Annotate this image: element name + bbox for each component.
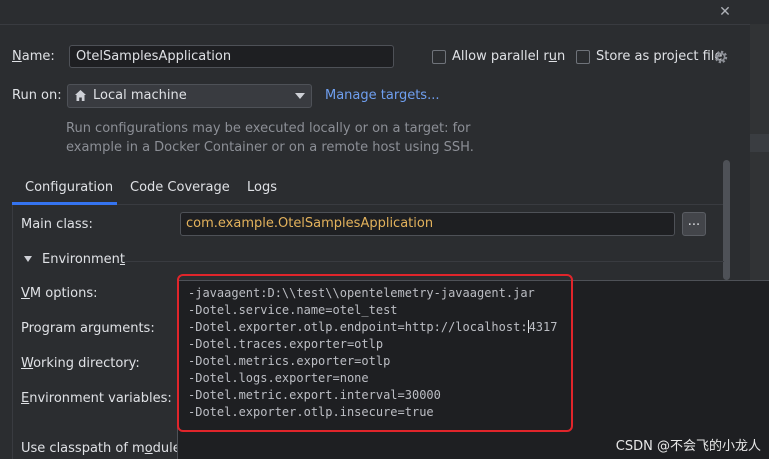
vertical-scrollbar[interactable] (723, 160, 730, 280)
run-on-value: Local machine (93, 88, 187, 103)
program-arguments-label: Program arguments: (21, 321, 155, 336)
name-input[interactable]: OtelSamplesApplication (69, 45, 394, 68)
allow-parallel-run-checkbox[interactable] (432, 50, 446, 64)
main-class-input[interactable]: com.example.OtelSamplesApplication (180, 212, 675, 236)
tabs-divider (12, 204, 730, 205)
highlight-annotation-box (177, 274, 573, 432)
allow-parallel-run-label[interactable]: Allow parallel run (452, 49, 565, 64)
run-on-dropdown[interactable]: Local machine (67, 84, 312, 108)
active-tab-indicator (12, 202, 117, 205)
store-as-project-file-checkbox[interactable] (576, 50, 590, 64)
panel-border (12, 205, 13, 459)
vm-options-label: VM options: (21, 286, 98, 301)
close-icon[interactable]: ✕ (715, 2, 735, 22)
use-classpath-of-module-label: Use classpath of module: (21, 441, 186, 456)
browse-main-class-button[interactable]: ... (682, 212, 706, 236)
manage-targets-link[interactable]: Manage targets... (325, 88, 439, 103)
tab-logs[interactable]: Logs (247, 180, 277, 196)
tab-code-coverage[interactable]: Code Coverage (130, 180, 230, 196)
dialog-title-bar (0, 0, 769, 25)
main-class-label: Main class: (21, 217, 93, 232)
watermark: CSDN @不会飞的小龙人 (615, 439, 761, 454)
collapse-triangle-icon[interactable] (24, 256, 32, 262)
gear-icon[interactable] (713, 49, 729, 65)
run-on-label: Run on: (12, 88, 62, 103)
environment-variables-label: Environment variables: (21, 391, 172, 406)
home-icon (75, 90, 86, 101)
section-divider (124, 261, 724, 262)
working-directory-label: Working directory: (21, 356, 140, 371)
environment-section-label[interactable]: Environment (42, 252, 125, 267)
store-as-project-file-label[interactable]: Store as project file (596, 49, 722, 64)
tab-configuration[interactable]: Configuration (25, 180, 113, 196)
run-on-hint: Run configurations may be executed local… (66, 121, 474, 155)
chevron-down-icon (295, 93, 305, 99)
name-label: Name: (12, 49, 55, 64)
